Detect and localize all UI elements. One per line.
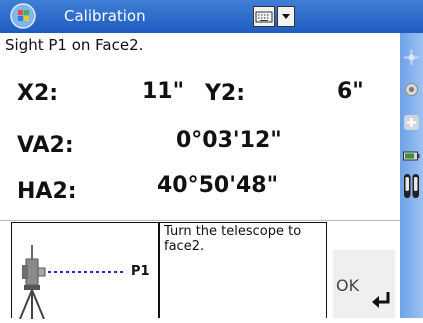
chevron-down-icon[interactable] — [277, 6, 295, 27]
status-sidebar — [400, 33, 423, 318]
instruction-text: Sight P1 on Face2. — [5, 36, 144, 54]
y2-label: Y2: — [205, 81, 246, 106]
ha2-label: HA2: — [17, 179, 77, 204]
va2-label: VA2: — [17, 133, 74, 158]
enter-arrow-icon — [372, 292, 390, 308]
keyboard-icon — [255, 11, 273, 23]
windows-start-icon[interactable] — [10, 3, 36, 29]
message-box: Turn the telescope to face2. — [159, 222, 327, 318]
plus-icon[interactable] — [403, 114, 420, 131]
telescope-diagram: P1 — [11, 222, 159, 320]
message-text: Turn the telescope to face2. — [164, 224, 302, 254]
window-title: Calibration — [64, 7, 146, 25]
x2-label: X2: — [17, 81, 59, 106]
y2-value: 6" — [337, 79, 364, 104]
keyboard-button[interactable] — [253, 6, 275, 27]
ha2-value: 40°50'48" — [157, 173, 279, 198]
ok-button-label: OK — [336, 276, 360, 295]
crosshair-icon[interactable] — [403, 49, 420, 66]
bubble-level-icon[interactable] — [403, 173, 420, 199]
va2-value: 0°03'12" — [176, 128, 282, 153]
x2-value: 11" — [142, 79, 185, 104]
p1-label: P1 — [131, 264, 150, 279]
target-icon[interactable] — [403, 81, 420, 98]
battery-icon[interactable] — [403, 150, 420, 162]
title-bar: Calibration — [0, 0, 423, 33]
